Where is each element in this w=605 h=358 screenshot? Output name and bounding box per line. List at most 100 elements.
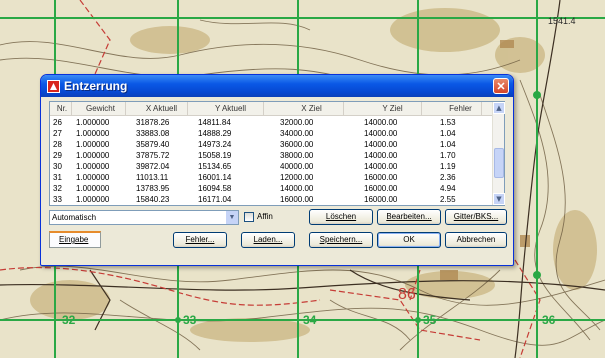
table-row[interactable]: 33 1.000000 15840.23 16171.04 16000.00 16000.… (50, 194, 493, 205)
affin-checkbox[interactable] (244, 212, 254, 222)
gitter-bks-button[interactable]: Gitter/BKS... (445, 209, 507, 225)
cell-nr: 30 (53, 162, 62, 171)
cell-x-ziel: 14000.00 (280, 184, 314, 193)
column-header-y-aktuell[interactable]: Y Aktuell (188, 102, 264, 115)
cell-y-aktuell: 14973.24 (198, 140, 232, 149)
points-table[interactable]: Nr. Gewicht X Aktuell Y Aktuell X Ziel Y… (49, 101, 505, 206)
cell-nr: 27 (53, 129, 62, 138)
cell-y-aktuell: 14811.84 (198, 118, 231, 127)
cell-x-aktuell: 31878.26 (136, 118, 170, 127)
table-body: 26 1.000000 31878.26 14811.84 32000.00 14000.… (50, 117, 493, 205)
cell-x-aktuell: 37875.72 (136, 151, 170, 160)
table-row[interactable]: 28 1.000000 35879.40 14973.24 36000.00 14000.… (50, 139, 493, 150)
grid-label-36: 36 (542, 313, 556, 327)
cell-nr: 33 (53, 195, 62, 204)
cell-y-aktuell: 16094.58 (198, 184, 232, 193)
ok-button[interactable]: OK (377, 232, 441, 248)
cell-fehler: 2.55 (440, 195, 456, 204)
cell-x-aktuell: 33883.08 (136, 129, 170, 138)
close-button[interactable]: ✕ (493, 78, 509, 94)
cell-fehler: 1.53 (440, 118, 456, 127)
chevron-down-icon[interactable]: ▼ (225, 211, 238, 224)
dialog-title: Entzerrung (64, 79, 128, 93)
cell-nr: 28 (53, 140, 62, 149)
cell-gewicht: 1.000000 (76, 184, 110, 193)
cell-fehler: 1.70 (440, 151, 456, 160)
cell-y-ziel: 14000.00 (364, 151, 398, 160)
cell-y-aktuell: 15058.19 (198, 151, 232, 160)
column-header-y-ziel[interactable]: Y Ziel (344, 102, 422, 115)
cell-y-aktuell: 14888.29 (198, 129, 232, 138)
map-label-1541: 1541.4 (548, 16, 576, 26)
cell-fehler: 1.04 (440, 129, 456, 138)
scroll-thumb[interactable] (494, 148, 504, 178)
cell-fehler: 1.19 (440, 162, 456, 171)
table-row[interactable]: 27 1.000000 33883.08 14888.29 34000.00 14000.… (50, 128, 493, 139)
cell-y-ziel: 14000.00 (364, 118, 398, 127)
cell-gewicht: 1.000000 (76, 173, 110, 182)
speichern-button[interactable]: Speichern... (309, 232, 373, 248)
cell-x-aktuell: 15840.23 (136, 195, 170, 204)
cell-x-aktuell: 39872.04 (136, 162, 170, 171)
cell-nr: 31 (53, 173, 62, 182)
cell-y-ziel: 14000.00 (364, 162, 398, 171)
cell-x-ziel: 38000.00 (280, 151, 314, 160)
cell-gewicht: 1.000000 (76, 162, 110, 171)
abbrechen-button[interactable]: Abbrechen (445, 232, 507, 248)
cell-x-ziel: 16000.00 (280, 195, 314, 204)
cell-fehler: 1.04 (440, 140, 456, 149)
mode-select-value: Automatisch (52, 213, 97, 222)
table-row[interactable]: 30 1.000000 39872.04 15134.65 40000.00 14000.… (50, 161, 493, 172)
cell-y-ziel: 16000.00 (364, 195, 398, 204)
table-header: Nr. Gewicht X Aktuell Y Aktuell X Ziel Y… (50, 102, 504, 116)
fehler-button[interactable]: Fehler... (173, 232, 227, 248)
laden-button[interactable]: Laden... (241, 232, 295, 248)
cell-x-aktuell: 13783.95 (136, 184, 170, 193)
scroll-down-icon[interactable]: ▼ (493, 193, 505, 205)
loeschen-button[interactable]: Löschen (309, 209, 373, 225)
cell-gewicht: 1.000000 (76, 195, 110, 204)
grid-label-32: 32 (62, 313, 76, 327)
cell-y-aktuell: 15134.65 (198, 162, 232, 171)
app-icon (47, 79, 60, 93)
affin-label: Affin (257, 212, 273, 221)
cell-y-ziel: 14000.00 (364, 140, 398, 149)
cell-nr: 32 (53, 184, 62, 193)
cell-fehler: 2.36 (440, 173, 456, 182)
cell-gewicht: 1.000000 (76, 151, 110, 160)
cell-x-ziel: 34000.00 (280, 129, 314, 138)
table-row[interactable]: 29 1.000000 37875.72 15058.19 38000.00 14000.… (50, 150, 493, 161)
cell-x-aktuell: 11013.11 (136, 173, 169, 182)
column-header-gewicht[interactable]: Gewicht (72, 102, 126, 115)
table-row[interactable]: 26 1.000000 31878.26 14811.84 32000.00 14000.… (50, 117, 493, 128)
table-row[interactable]: 32 1.000000 13783.95 16094.58 14000.00 16000.… (50, 183, 493, 194)
grid-label-34: 34 (303, 313, 317, 327)
table-scrollbar[interactable]: ▲ ▼ (492, 102, 505, 205)
bearbeiten-button[interactable]: Bearbeiten... (377, 209, 441, 225)
column-header-fehler[interactable]: Fehler (422, 102, 482, 115)
cell-gewicht: 1.000000 (76, 140, 110, 149)
entzerrung-dialog: Entzerrung ✕ Nr. Gewicht X Aktuell Y Akt… (40, 74, 514, 266)
tab-eingabe[interactable]: Eingabe (49, 231, 101, 248)
cell-y-aktuell: 16001.14 (198, 173, 232, 182)
cell-nr: 29 (53, 151, 62, 160)
column-header-x-aktuell[interactable]: X Aktuell (126, 102, 188, 115)
cell-gewicht: 1.000000 (76, 118, 110, 127)
column-header-nr[interactable]: Nr. (50, 102, 72, 115)
cell-x-ziel: 12000.00 (280, 173, 314, 182)
cell-fehler: 4.94 (440, 184, 456, 193)
cell-y-ziel: 16000.00 (364, 184, 398, 193)
mode-select[interactable]: Automatisch ▼ (49, 210, 239, 225)
cell-x-aktuell: 35879.40 (136, 140, 170, 149)
scroll-up-icon[interactable]: ▲ (493, 102, 505, 114)
cell-x-ziel: 32000.00 (280, 118, 314, 127)
cell-x-ziel: 36000.00 (280, 140, 314, 149)
cell-nr: 26 (53, 118, 62, 127)
dialog-titlebar[interactable]: Entzerrung ✕ (41, 75, 513, 97)
cell-x-ziel: 40000.00 (280, 162, 314, 171)
cell-y-aktuell: 16171.04 (198, 195, 232, 204)
grid-label-33: 33 (183, 313, 197, 327)
column-header-x-ziel[interactable]: X Ziel (264, 102, 344, 115)
table-row[interactable]: 31 1.000000 11013.11 16001.14 12000.00 16000.… (50, 172, 493, 183)
cell-y-ziel: 16000.00 (364, 173, 398, 182)
